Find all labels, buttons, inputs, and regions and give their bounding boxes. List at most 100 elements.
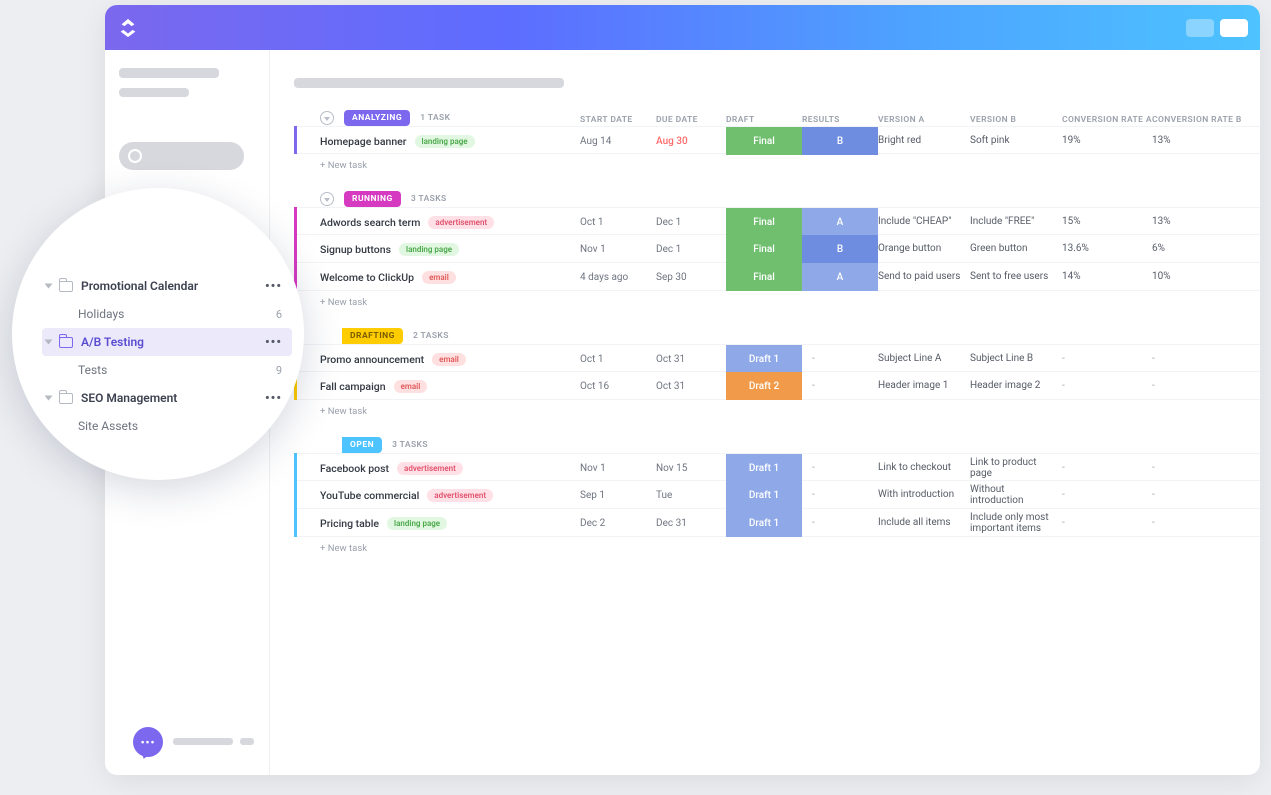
due-date-cell[interactable]: Dec 31 <box>656 518 726 529</box>
draft-cell[interactable]: Final <box>726 235 802 263</box>
due-date-cell[interactable]: Oct 31 <box>656 381 726 392</box>
start-date-cell[interactable]: Sep 1 <box>580 490 656 501</box>
version-b-cell[interactable]: Header image 2 <box>970 380 1062 392</box>
conv-rate-b-cell[interactable]: - <box>1152 353 1242 365</box>
due-date-cell[interactable]: Dec 1 <box>656 217 726 228</box>
version-a-cell[interactable]: With introduction <box>878 489 970 501</box>
conv-rate-a-cell[interactable]: 15% <box>1062 216 1152 228</box>
conv-rate-b-cell[interactable]: 10% <box>1152 271 1242 283</box>
due-date-cell[interactable]: Sep 30 <box>656 272 726 283</box>
version-a-cell[interactable]: Header image 1 <box>878 380 970 392</box>
version-a-cell[interactable]: Subject Line A <box>878 353 970 365</box>
results-cell[interactable]: B <box>802 235 878 263</box>
version-b-cell[interactable]: Without introduction <box>970 484 1062 507</box>
conv-rate-b-cell[interactable]: - <box>1152 462 1242 474</box>
version-a-cell[interactable]: Include all items <box>878 517 970 529</box>
conv-rate-a-cell[interactable]: - <box>1062 462 1152 474</box>
new-task-button[interactable]: + New task <box>294 291 1260 308</box>
sidebar-subitem-holidays[interactable]: Holidays6 <box>42 300 292 328</box>
task-tag[interactable]: email <box>432 353 466 366</box>
version-b-cell[interactable]: Subject Line B <box>970 353 1062 365</box>
task-row[interactable]: YouTube commercialadvertisementSep 1TueD… <box>297 481 1260 509</box>
conv-rate-a-cell[interactable]: - <box>1062 517 1152 529</box>
task-row[interactable]: Adwords search termadvertisementOct 1Dec… <box>297 207 1260 235</box>
conv-rate-b-cell[interactable]: 13% <box>1152 216 1242 228</box>
status-chip[interactable]: DRAFTING <box>342 328 403 344</box>
chat-button[interactable]: ••• <box>133 727 163 757</box>
conv-rate-a-cell[interactable]: - <box>1062 380 1152 392</box>
task-tag[interactable]: advertisement <box>397 462 463 475</box>
conv-rate-b-cell[interactable]: - <box>1152 380 1242 392</box>
version-a-cell[interactable]: Bright red <box>878 135 970 147</box>
task-row[interactable]: Facebook postadvertisementNov 1Nov 15Dra… <box>297 453 1260 481</box>
new-task-button[interactable]: + New task <box>294 537 1260 554</box>
results-cell[interactable]: - <box>802 462 878 474</box>
conv-rate-a-cell[interactable]: 13.6% <box>1062 243 1152 255</box>
draft-cell[interactable]: Final <box>726 208 802 236</box>
results-cell[interactable]: - <box>802 353 878 365</box>
start-date-cell[interactable]: Oct 1 <box>580 354 656 365</box>
draft-cell[interactable]: Draft 2 <box>726 372 802 400</box>
column-header-version-a[interactable]: VERSION A <box>878 115 970 125</box>
version-b-cell[interactable]: Link to product page <box>970 457 1062 480</box>
results-cell[interactable]: A <box>802 263 878 291</box>
collapse-toggle[interactable] <box>320 111 334 125</box>
draft-cell[interactable]: Draft 1 <box>726 454 802 482</box>
start-date-cell[interactable]: Dec 2 <box>580 518 656 529</box>
conv-rate-b-cell[interactable]: 6% <box>1152 243 1242 255</box>
sidebar-item-promotional-calendar[interactable]: Promotional Calendar••• <box>42 272 292 300</box>
sidebar-item-a-b-testing[interactable]: A/B Testing••• <box>42 328 292 356</box>
results-cell[interactable]: - <box>802 517 878 529</box>
version-b-cell[interactable]: Sent to free users <box>970 271 1062 283</box>
draft-cell[interactable]: Draft 1 <box>726 509 802 537</box>
conv-rate-a-cell[interactable]: - <box>1062 353 1152 365</box>
start-date-cell[interactable]: Nov 1 <box>580 244 656 255</box>
status-chip[interactable]: OPEN <box>342 437 382 453</box>
new-task-button[interactable]: + New task <box>294 154 1260 171</box>
collapse-toggle[interactable] <box>320 192 334 206</box>
more-icon[interactable]: ••• <box>265 279 282 294</box>
column-header-version-b[interactable]: VERSION B <box>970 115 1062 125</box>
task-tag[interactable]: email <box>422 271 456 284</box>
version-b-cell[interactable]: Green button <box>970 243 1062 255</box>
column-header-results[interactable]: RESULTS <box>802 115 878 125</box>
window-maximize-button[interactable] <box>1220 19 1248 37</box>
task-tag[interactable]: landing page <box>387 517 447 530</box>
start-date-cell[interactable]: Oct 16 <box>580 381 656 392</box>
start-date-cell[interactable]: Oct 1 <box>580 217 656 228</box>
status-chip[interactable]: RUNNING <box>344 191 401 207</box>
results-cell[interactable]: B <box>802 127 878 155</box>
version-a-cell[interactable]: Send to paid users <box>878 271 970 283</box>
task-tag[interactable]: advertisement <box>428 216 494 229</box>
new-task-button[interactable]: + New task <box>294 400 1260 417</box>
task-row[interactable]: Signup buttonslanding pageNov 1Dec 1Fina… <box>297 235 1260 263</box>
sidebar-item-seo-management[interactable]: SEO Management••• <box>42 384 292 412</box>
column-header-conv-a[interactable]: CONVERSION RATE A <box>1062 115 1152 125</box>
version-b-cell[interactable]: Include only most important items <box>970 512 1062 535</box>
version-b-cell[interactable]: Soft pink <box>970 135 1062 147</box>
status-chip[interactable]: ANALYZING <box>344 110 410 126</box>
task-row[interactable]: Fall campaignemailOct 16Oct 31Draft 2-He… <box>297 372 1260 400</box>
task-tag[interactable]: landing page <box>415 135 475 148</box>
due-date-cell[interactable]: Oct 31 <box>656 354 726 365</box>
conv-rate-a-cell[interactable]: 19% <box>1062 135 1152 147</box>
start-date-cell[interactable]: Nov 1 <box>580 463 656 474</box>
search-input[interactable] <box>119 142 244 170</box>
task-row[interactable]: Pricing tablelanding pageDec 2Dec 31Draf… <box>297 509 1260 537</box>
column-header-due-date[interactable]: DUE DATE <box>656 115 726 125</box>
conv-rate-b-cell[interactable]: 13% <box>1152 135 1242 147</box>
results-cell[interactable]: A <box>802 208 878 236</box>
due-date-cell[interactable]: Dec 1 <box>656 244 726 255</box>
conv-rate-a-cell[interactable]: - <box>1062 489 1152 501</box>
results-cell[interactable]: - <box>802 489 878 501</box>
task-row[interactable]: Promo announcementemailOct 1Oct 31Draft … <box>297 344 1260 372</box>
draft-cell[interactable]: Final <box>726 127 802 155</box>
start-date-cell[interactable]: 4 days ago <box>580 272 656 283</box>
window-minimize-button[interactable] <box>1186 19 1214 37</box>
column-header-start-date[interactable]: START DATE <box>580 115 656 125</box>
draft-cell[interactable]: Draft 1 <box>726 481 802 509</box>
more-icon[interactable]: ••• <box>265 391 282 406</box>
due-date-cell[interactable]: Aug 30 <box>656 136 726 147</box>
version-a-cell[interactable]: Link to checkout <box>878 462 970 474</box>
due-date-cell[interactable]: Nov 15 <box>656 463 726 474</box>
